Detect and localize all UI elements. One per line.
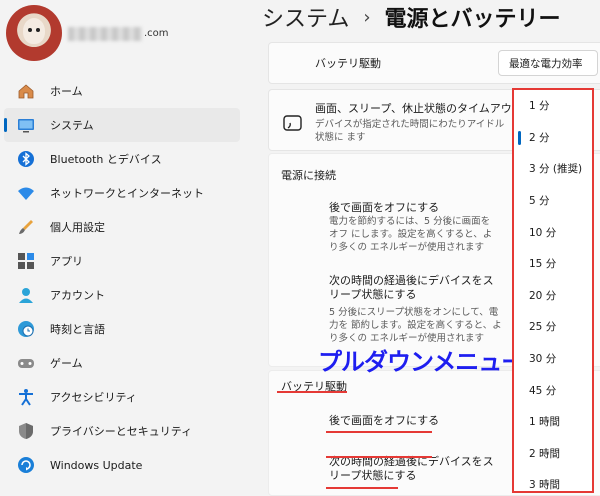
shield-icon — [16, 421, 36, 441]
avatar-eye-left — [28, 28, 32, 32]
sidebar-item-label: ゲーム — [50, 357, 83, 370]
dropdown-option[interactable]: 5 分 — [514, 185, 592, 217]
apps-icon — [16, 251, 36, 271]
sidebar-nav: ホーム システム Bluetooth とデバイス ネットワークとインターネット … — [0, 74, 248, 482]
user-email-suffix: .com — [144, 28, 169, 39]
plugged-sleep-desc: 5 分後にスリープ状態をオンにして、電力を 節約します。設定を高くすると、より多… — [329, 307, 502, 344]
sidebar-item-system[interactable]: システム — [4, 108, 240, 142]
annotation-underline-screen-off — [326, 431, 432, 433]
sleep-timeout-title: 画面、スリープ、休止状態のタイムアウト — [315, 102, 523, 115]
timeout-dropdown-menu[interactable]: 1 分2 分3 分 (推奨) 5 分 10 分 15 分 20 分 25 分 30 分 45 … — [512, 88, 594, 493]
dropdown-option[interactable]: 3 分 (推奨) — [514, 153, 592, 185]
power-mode-label: バッテリ駆動 — [315, 57, 381, 70]
dropdown-option[interactable]: 1 時間 — [514, 406, 592, 438]
sidebar-item-gaming[interactable]: ゲーム — [4, 346, 240, 380]
breadcrumb-parent[interactable]: システム — [262, 1, 349, 33]
dropdown-option[interactable]: 3 時間 — [514, 469, 592, 491]
monitor-icon — [16, 115, 36, 135]
wifi-icon — [16, 183, 36, 203]
sidebar-item-label: Bluetooth とデバイス — [50, 153, 162, 166]
plugged-in-heading: 電源に接続 — [281, 169, 336, 182]
bluetooth-icon — [16, 149, 36, 169]
sidebar-item-label: プライバシーとセキュリティ — [50, 425, 193, 438]
avatar[interactable] — [6, 5, 62, 61]
sidebar-item-label: Windows Update — [50, 458, 143, 472]
sidebar-item-accounts[interactable]: アカウント — [4, 278, 240, 312]
sidebar-item-accessibility[interactable]: アクセシビリティ — [4, 380, 240, 414]
page-title: 電源とバッテリー — [384, 7, 561, 32]
sleep-timeout-icon — [283, 115, 303, 137]
clock-globe-icon — [16, 319, 36, 339]
sidebar-item-personalization[interactable]: 個人用設定 — [4, 210, 240, 244]
sidebar-item-apps[interactable]: アプリ — [4, 244, 240, 278]
dropdown-option[interactable]: 2 分 — [514, 122, 592, 154]
brush-icon — [16, 217, 36, 237]
annotation-label: プルダウンメニュー — [318, 348, 525, 376]
breadcrumb-separator: › — [363, 6, 371, 28]
sleep-timeout-desc: デバイスが指定された時間にわたりアイドル状態に ます — [315, 119, 505, 143]
sidebar-item-privacy[interactable]: プライバシーとセキュリティ — [4, 414, 240, 448]
sidebar-item-label: アカウント — [50, 289, 105, 302]
sidebar-item-label: ホーム — [50, 85, 83, 98]
annotation-underline-sleep-1 — [326, 456, 432, 458]
battery-screen-off-title[interactable]: 後で画面をオフにする — [329, 414, 499, 428]
sidebar-item-time-language[interactable]: 時刻と言語 — [4, 312, 240, 346]
sidebar-item-label: ネットワークとインターネット — [50, 187, 204, 200]
sidebar-item-label: システム — [50, 119, 94, 132]
sidebar-item-label: アプリ — [50, 255, 83, 268]
sidebar-item-label: アクセシビリティ — [50, 391, 137, 404]
power-mode-value: 最適な電力効率 — [509, 57, 583, 70]
account-icon — [16, 285, 36, 305]
accessibility-icon — [16, 387, 36, 407]
sidebar-item-label: 時刻と言語 — [50, 323, 105, 336]
annotation-underline-sleep-2 — [326, 487, 398, 489]
battery-sleep-title[interactable]: 次の時間の経過後にデバイスをス リープ状態にする — [329, 455, 504, 483]
dropdown-option[interactable]: 2 時間 — [514, 438, 592, 470]
dropdown-option[interactable]: 10 分 — [514, 216, 592, 248]
annotation-underline-heading — [277, 391, 347, 393]
dropdown-option[interactable]: 25 分 — [514, 311, 592, 343]
plugged-sleep-title: 次の時間の経過後にデバイスをス リープ状態にする — [329, 274, 494, 301]
dropdown-option[interactable]: 20 分 — [514, 280, 592, 312]
sidebar-item-bluetooth[interactable]: Bluetooth とデバイス — [4, 142, 240, 176]
avatar-dog-face — [23, 18, 45, 44]
dropdown-option[interactable]: 15 分 — [514, 248, 592, 280]
user-account-name-blurred — [68, 27, 142, 41]
update-icon — [16, 455, 36, 475]
breadcrumb: システム › 電源とバッテリー — [262, 1, 561, 33]
dropdown-option[interactable]: 30 分 — [514, 343, 592, 375]
home-icon — [16, 81, 36, 101]
sidebar-item-windows-update[interactable]: Windows Update — [4, 448, 240, 482]
dropdown-option[interactable]: 45 分 — [514, 374, 592, 406]
sidebar-item-label: 個人用設定 — [50, 221, 105, 234]
avatar-eye-right — [36, 28, 40, 32]
sidebar-item-home[interactable]: ホーム — [4, 74, 240, 108]
sidebar: .com ホーム システム Bluetooth とデバイス ネットワークとインタ… — [0, 0, 248, 496]
dropdown-option[interactable]: 1 分 — [514, 90, 592, 122]
power-mode-select[interactable]: 最適な電力効率 — [498, 50, 598, 76]
plugged-screen-off-desc: 電力を節約するには、5 分後に画面をオフ にします。設定を高くすると、より多くの… — [329, 216, 493, 253]
sidebar-item-network[interactable]: ネットワークとインターネット — [4, 176, 240, 210]
plugged-screen-off-title: 後で画面をオフにする — [329, 201, 440, 214]
gamepad-icon — [16, 353, 36, 373]
